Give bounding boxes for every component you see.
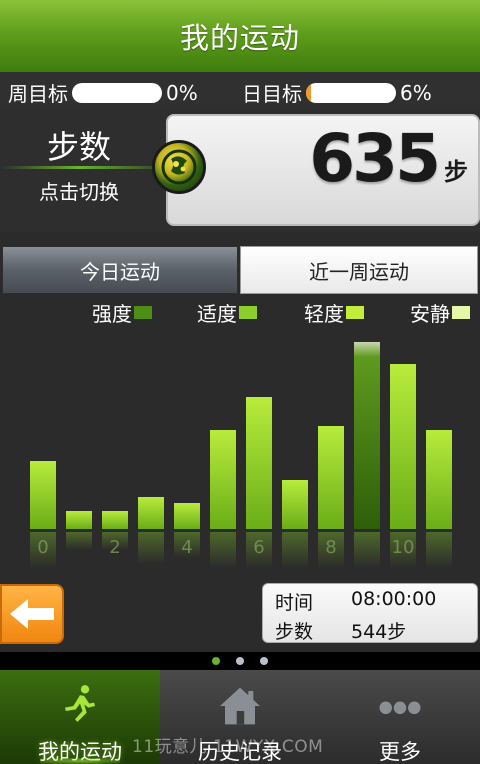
week-goal-percent: 0% [166, 80, 198, 105]
chart-legend: 强度 适度 轻度 安静 [0, 296, 480, 326]
legend-label-intense: 强度 [92, 302, 132, 326]
activity-bar-chart: 0 2 4 6 8 10 [0, 326, 480, 578]
runner-icon [50, 678, 110, 734]
nav-label-my-sport: 我的运动 [38, 740, 122, 764]
more-dots-icon [370, 678, 430, 734]
mode-label: 步数 [46, 128, 111, 166]
legend-swatch-rest [452, 306, 470, 319]
steps-panel: 步数 点击切换 635 步 [0, 108, 480, 232]
day-goal-progress-fill [306, 82, 312, 103]
tab-week[interactable]: 近一周运动 [240, 246, 478, 294]
back-arrow-icon [10, 599, 54, 629]
legend-swatch-intense [134, 306, 152, 319]
chart-bar-3[interactable] [138, 497, 164, 529]
legend-item-moderate: 适度 [197, 298, 257, 327]
chart-bar-1[interactable] [66, 511, 92, 529]
day-goal-label: 日目标 [242, 82, 302, 106]
mode-toggle[interactable]: 步数 点击切换 [0, 108, 158, 232]
goals-row: 周目标 0% 日目标 6% [0, 72, 480, 108]
week-goal-progress-bar [72, 82, 162, 103]
chart-tick-label-6: 6 [253, 537, 264, 558]
chart-bar-10[interactable] [390, 364, 416, 529]
week-goal-label: 周目标 [8, 82, 68, 106]
activity-logo-icon [152, 140, 206, 194]
chart-bar-reflection-3 [138, 532, 164, 564]
home-icon [210, 678, 270, 734]
info-steps-value: 544步 [351, 621, 407, 643]
chart-tick-label-10: 10 [392, 537, 415, 558]
toggle-label: 点击切换 [39, 180, 119, 204]
chart-bar-reflection-7 [282, 532, 308, 568]
legend-label-moderate: 适度 [197, 302, 237, 326]
info-time-row: 时间 08:00:00 [275, 588, 436, 615]
legend-item-light: 轻度 [304, 298, 364, 327]
tab-bar: 今日运动 近一周运动 [0, 246, 480, 294]
chart-bar-7[interactable] [282, 480, 308, 529]
legend-swatch-light [346, 306, 364, 319]
day-goal-progress-bar [306, 82, 396, 103]
chart-tick-label-0: 0 [37, 537, 48, 558]
chart-bar-11[interactable] [426, 430, 452, 529]
chart-svg: 0 2 4 6 8 10 [30, 342, 452, 568]
chart-bar-0[interactable] [30, 461, 56, 529]
week-goal: 周目标 0% [8, 78, 198, 107]
chart-bar-reflection-5 [210, 532, 236, 568]
info-steps-label: 步数 [275, 621, 314, 643]
chart-bar-reflection-11 [426, 532, 452, 568]
chart-bar-reflection-9 [354, 532, 380, 568]
chart-tick-label-8: 8 [325, 537, 336, 558]
info-time-label: 时间 [275, 592, 314, 614]
page-dot-2[interactable] [236, 657, 244, 665]
selected-bar-info: 时间 08:00:00 步数 544步 [262, 583, 478, 643]
chart-bar-8[interactable] [318, 426, 344, 529]
step-count-display: 635 步 [166, 114, 480, 226]
chart-bar-5[interactable] [210, 430, 236, 529]
info-time-value: 08:00:00 [351, 588, 437, 610]
day-goal: 日目标 6% [242, 78, 432, 107]
page-dot-3[interactable] [260, 657, 268, 665]
legend-item-rest: 安静 [410, 298, 470, 327]
page-title: 我的运动 [179, 21, 300, 55]
nav-label-more: 更多 [379, 740, 421, 764]
chart-bar-6[interactable] [246, 397, 272, 529]
legend-label-light: 轻度 [304, 302, 344, 326]
step-unit: 步 [444, 158, 468, 186]
chart-bar-9[interactable] [354, 342, 380, 529]
tab-today[interactable]: 今日运动 [2, 246, 238, 294]
chart-tick-label-2: 2 [109, 537, 120, 558]
page-indicator [0, 652, 480, 670]
page-dot-1[interactable] [212, 657, 220, 665]
chart-bar-4[interactable] [174, 503, 200, 529]
legend-item-intense: 强度 [92, 298, 152, 327]
info-steps-row: 步数 544步 [275, 617, 406, 644]
nav-more[interactable]: 更多 [320, 670, 480, 764]
title-bar: 我的运动 [0, 0, 480, 72]
legend-label-rest: 安静 [410, 302, 450, 326]
back-button[interactable] [0, 584, 64, 644]
step-count: 635 [309, 120, 441, 197]
day-goal-percent: 6% [400, 80, 432, 105]
mode-divider [0, 166, 158, 169]
legend-swatch-moderate [239, 306, 257, 319]
watermark: 11玩意儿 11WYX.COM [132, 737, 324, 757]
chart-bar-2[interactable] [102, 511, 128, 529]
chart-bar-reflection-1 [66, 532, 92, 550]
chart-tick-label-4: 4 [181, 537, 192, 558]
